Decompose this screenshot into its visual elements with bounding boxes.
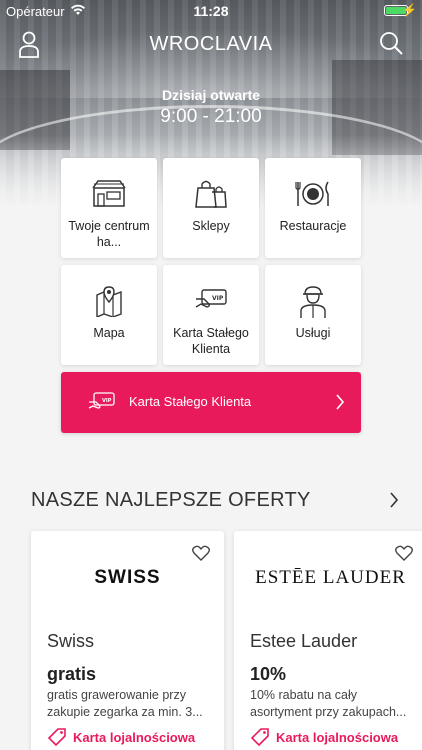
shopping-bags-icon bbox=[163, 178, 259, 210]
search-icon[interactable] bbox=[378, 30, 404, 56]
heart-icon[interactable] bbox=[395, 545, 413, 561]
tile-loyalty-card[interactable]: VIP Karta Stałego Klienta bbox=[163, 265, 259, 365]
offer-tag-label: Karta lojalnościowa bbox=[73, 729, 196, 745]
service-person-icon bbox=[265, 285, 361, 318]
tile-label: Twoje centrum ha... bbox=[68, 219, 150, 249]
tile-label: Mapa bbox=[93, 326, 125, 340]
opening-hours: 9:00 - 21:00 bbox=[160, 106, 262, 127]
map-icon bbox=[61, 285, 157, 317]
tile-label: Sklepy bbox=[192, 219, 230, 233]
brand-logo: ESTĒE LAUDER bbox=[255, 567, 406, 588]
offer-card-swiss[interactable]: SWISS Swiss gratis gratis grawerowanie p… bbox=[31, 531, 224, 750]
tile-map[interactable]: Mapa bbox=[61, 265, 157, 365]
offer-deal: 10% bbox=[250, 664, 287, 684]
restaurant-icon bbox=[265, 178, 361, 210]
mall-title: WROCLAVIA bbox=[149, 33, 273, 55]
offer-description: gratis grawerowanie przy zakupie zegarka… bbox=[47, 688, 203, 719]
mall-icon bbox=[61, 178, 157, 210]
loyalty-card-banner[interactable]: VIP Karta Stałego Klienta bbox=[61, 372, 361, 433]
banner-label: Karta Stałego Klienta bbox=[129, 394, 252, 409]
brand-logo: SWISS bbox=[94, 567, 161, 588]
tag-icon bbox=[47, 728, 66, 747]
tile-restaurants[interactable]: Restauracje bbox=[265, 158, 361, 258]
vip-text: VIP bbox=[102, 398, 112, 404]
offers-section-title: NASZE NAJLEPSZE OFERTY bbox=[31, 489, 311, 511]
tile-shops[interactable]: Sklepy bbox=[163, 158, 259, 258]
offer-tag-label: Karta lojalnościowa bbox=[276, 729, 399, 745]
tile-label: Restauracje bbox=[279, 219, 347, 233]
vip-card-icon: VIP bbox=[163, 285, 259, 317]
offer-brand-name: Swiss bbox=[47, 631, 95, 651]
chevron-right-icon[interactable] bbox=[389, 491, 399, 509]
clock: 11:28 bbox=[193, 3, 229, 19]
status-bar: Opérateur 11:28 ⚡ bbox=[0, 0, 422, 22]
chevron-right-icon bbox=[336, 394, 345, 410]
tile-label: Usługi bbox=[295, 326, 331, 340]
open-today-label: Dzisiaj otwarte bbox=[161, 87, 261, 103]
offer-card-estee-lauder[interactable]: ESTĒE LAUDER Estee Lauder 10% 10% rabatu… bbox=[234, 531, 422, 750]
offer-tag: Karta lojalnościowa bbox=[47, 727, 195, 747]
vip-card-icon: VIP bbox=[88, 392, 115, 409]
heart-icon[interactable] bbox=[192, 545, 210, 561]
tile-services[interactable]: Usługi bbox=[265, 265, 361, 365]
tag-icon bbox=[250, 728, 269, 747]
offer-description: 10% rabatu na cały asortyment przy zakup… bbox=[250, 688, 407, 719]
offer-deal: gratis bbox=[47, 664, 97, 684]
vip-text: VIP bbox=[212, 295, 224, 302]
tile-your-mall[interactable]: Twoje centrum ha... bbox=[61, 158, 157, 258]
tile-label: Karta Stałego Klienta bbox=[173, 326, 249, 356]
offer-brand-name: Estee Lauder bbox=[250, 631, 358, 651]
charging-icon: ⚡ bbox=[402, 3, 417, 17]
offer-tag: Karta lojalnościowa bbox=[250, 727, 398, 747]
